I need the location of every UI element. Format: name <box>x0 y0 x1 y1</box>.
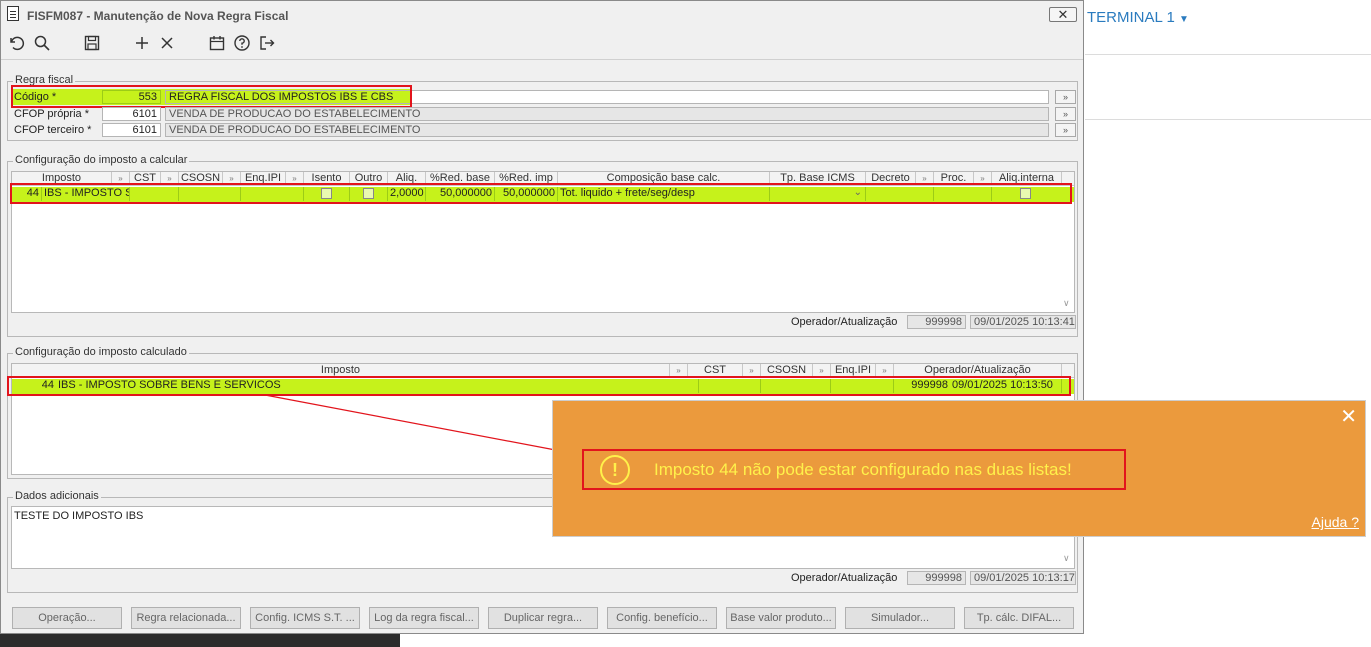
main-window: FISFM087 - Manutenção de Nova Regra Fisc… <box>0 0 1084 634</box>
caret-down-icon: ▼ <box>1178 14 1189 25</box>
exit-icon[interactable] <box>257 34 277 54</box>
cfop-terceiro-description: VENDA DE PRODUCAO DO ESTABELECIMENTO <box>165 123 1049 137</box>
toolbar <box>1 31 1083 57</box>
calendar-icon[interactable] <box>207 34 227 54</box>
annotation-codigo <box>11 85 412 108</box>
tp-calc-difal-button[interactable]: Tp. cálc. DIFAL... <box>964 607 1074 629</box>
background-app <box>1085 0 1371 647</box>
error-popup: ✕ ! Imposto 44 não pode estar configurad… <box>552 400 1366 537</box>
add-icon[interactable] <box>132 34 152 54</box>
search-icon[interactable] <box>32 34 52 54</box>
duplicar-regra-button[interactable]: Duplicar regra... <box>488 607 598 629</box>
terminal-label: TERMINAL 1 <box>1087 9 1175 26</box>
dados-operador-label: Operador/Atualização <box>791 572 898 584</box>
popup-help-link[interactable]: Ajuda ? <box>1312 514 1359 530</box>
dados-adicionais-label: Dados adicionais <box>13 490 101 502</box>
section-divider <box>1085 119 1371 120</box>
warning-icon: ! <box>600 455 630 485</box>
simulador-button[interactable]: Simulador... <box>845 607 955 629</box>
codigo-lookup-button[interactable]: » <box>1055 90 1076 104</box>
delete-icon[interactable] <box>157 34 177 54</box>
window-close-button[interactable]: ✕ <box>1049 7 1077 22</box>
popup-close-icon[interactable]: ✕ <box>1340 406 1357 428</box>
window-title: FISFM087 - Manutenção de Nova Regra Fisc… <box>27 9 289 23</box>
textarea-scroll-down-icon[interactable]: ∨ <box>1063 553 1070 564</box>
taskbar-strip <box>0 633 400 647</box>
save-icon[interactable] <box>82 34 102 54</box>
config-calculado-label: Configuração do imposto calculado <box>13 346 189 358</box>
cfop-propria-input[interactable]: 6101 <box>102 107 161 121</box>
dados-adicionais-text: TESTE DO IMPOSTO IBS <box>14 510 144 522</box>
toolbar-divider <box>1 59 1083 60</box>
cfop-terceiro-label: CFOP terceiro * <box>14 124 92 136</box>
base-valor-produto-button[interactable]: Base valor produto... <box>726 607 836 629</box>
annotation-calculado-row <box>7 376 1071 396</box>
annotation-calcular-row <box>10 183 1072 204</box>
calcular-atualizacao: 09/01/2025 10:13:41 <box>970 315 1076 329</box>
terminal-menu[interactable]: TERMINAL 1 ▼ <box>1087 9 1189 26</box>
calcular-operador-label: Operador/Atualização <box>791 316 898 328</box>
undo-icon[interactable] <box>6 34 26 54</box>
operacao-button[interactable]: Operação... <box>12 607 122 629</box>
cfop-terceiro-lookup-button[interactable]: » <box>1055 123 1076 137</box>
config-icms-st-button[interactable]: Config. ICMS S.T. ... <box>250 607 360 629</box>
popup-message: Imposto 44 não pode estar configurado na… <box>654 460 1072 479</box>
regra-relacionada-button[interactable]: Regra relacionada... <box>131 607 241 629</box>
cfop-propria-label: CFOP própria * <box>14 108 89 120</box>
grid-scroll-down-icon[interactable]: ∨ <box>1063 298 1070 309</box>
dados-atualizacao: 09/01/2025 10:13:17 <box>970 571 1076 585</box>
header-divider <box>1085 54 1371 55</box>
config-calcular-label: Configuração do imposto a calcular <box>13 154 190 166</box>
cfop-terceiro-input[interactable]: 6101 <box>102 123 161 137</box>
help-icon[interactable] <box>232 34 252 54</box>
log-regra-fiscal-button[interactable]: Log da regra fiscal... <box>369 607 479 629</box>
calcular-operador: 999998 <box>907 315 966 329</box>
cfop-propria-lookup-button[interactable]: » <box>1055 107 1076 121</box>
title-bar: FISFM087 - Manutenção de Nova Regra Fisc… <box>1 1 1083 29</box>
document-icon <box>7 6 19 21</box>
dados-operador: 999998 <box>907 571 966 585</box>
cfop-propria-description: VENDA DE PRODUCAO DO ESTABELECIMENTO <box>165 107 1049 121</box>
config-beneficio-button[interactable]: Config. benefício... <box>607 607 717 629</box>
popup-message-box: ! Imposto 44 não pode estar configurado … <box>582 449 1126 490</box>
